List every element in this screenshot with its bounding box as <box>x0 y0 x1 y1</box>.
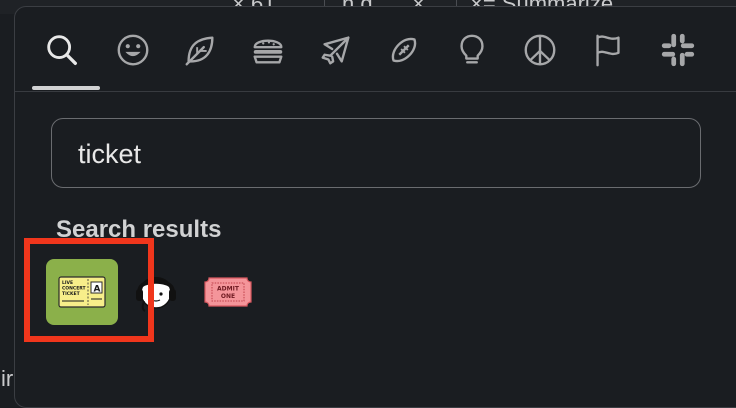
tabbar-divider <box>15 91 736 92</box>
football-icon <box>391 37 417 63</box>
tab-travel[interactable] <box>312 20 360 80</box>
ticket-text-one: ONE <box>221 293 235 300</box>
tab-flags[interactable] <box>584 20 632 80</box>
ticket-text-admit: ADMIT <box>217 286 240 293</box>
smiley-icon <box>117 34 149 66</box>
tab-food[interactable] <box>244 20 292 80</box>
tab-activities[interactable] <box>380 20 428 80</box>
background-text: ir <box>1 366 14 391</box>
burger-icon <box>253 39 283 64</box>
peace-icon <box>524 34 556 66</box>
emoji-result-admission-tickets[interactable]: ADMIT ONE <box>192 259 264 325</box>
tab-search[interactable] <box>38 20 86 80</box>
selection-highlight-box <box>24 238 154 342</box>
category-tabbar <box>14 14 736 90</box>
tab-nature[interactable] <box>176 20 224 80</box>
flag-icon <box>596 34 620 67</box>
lightbulb-icon <box>460 34 484 64</box>
search-input-value: ticket <box>78 139 142 169</box>
search-icon <box>47 35 77 65</box>
tab-smileys[interactable] <box>109 20 157 80</box>
active-tab-indicator <box>32 86 100 90</box>
emoji-search-input[interactable]: ticket <box>51 118 701 188</box>
slack-icon <box>661 33 695 67</box>
leaf-icon <box>185 36 214 66</box>
admission-ticket-icon: ADMIT ONE <box>204 277 252 307</box>
airplane-icon <box>321 36 350 65</box>
tab-objects[interactable] <box>448 20 496 80</box>
tab-symbols[interactable] <box>516 20 564 80</box>
tab-custom[interactable] <box>654 20 702 80</box>
